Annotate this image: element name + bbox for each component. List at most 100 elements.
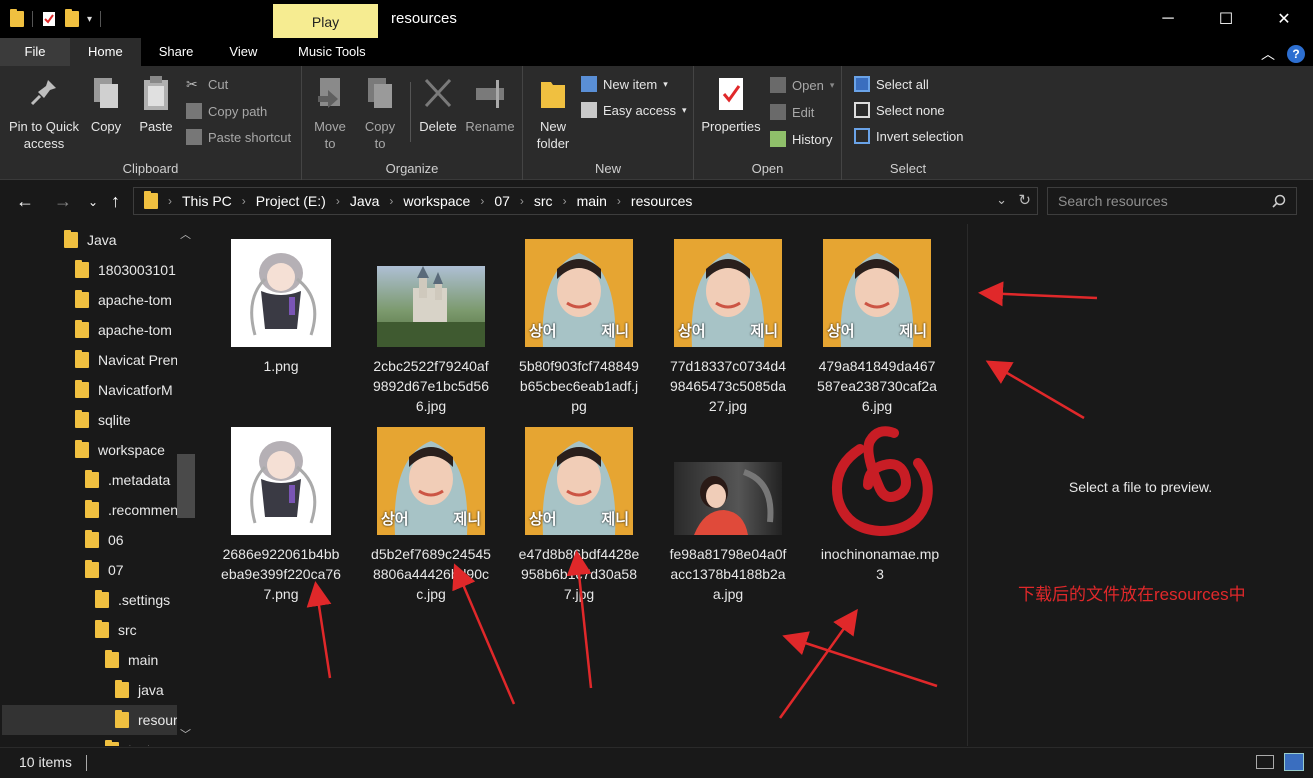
paste-button[interactable]: Paste	[136, 72, 176, 135]
customize-dropdown-icon[interactable]: ▾	[87, 14, 92, 25]
thumbnail-portrait-image[interactable]: 상어 제니	[674, 239, 782, 347]
thumbnail-portrait-image[interactable]: 상어 제니	[823, 239, 931, 347]
invert-selection-button[interactable]: Invert selection	[854, 125, 963, 147]
address-history-chevron-icon[interactable]: ⌄	[996, 192, 1007, 208]
close-button[interactable]: ✕	[1255, 0, 1313, 38]
easy-access-button[interactable]: Easy access ▾	[581, 99, 687, 121]
thumbnail-anime-image[interactable]	[231, 239, 331, 347]
pin-quick-access-button[interactable]: Pin to Quick access	[6, 72, 82, 152]
search-icon[interactable]	[1272, 194, 1286, 208]
copy-button[interactable]: Copy	[86, 72, 126, 135]
breadcrumb-this-pc[interactable]: This PC	[182, 193, 232, 209]
details-view-icon[interactable]	[1256, 755, 1274, 769]
file-name-4[interactable]: 77d18337c0734d498465473c5085da27.jpg	[667, 356, 789, 416]
delete-button[interactable]: Delete	[416, 72, 460, 135]
chevron-right-icon[interactable]: ›	[389, 194, 393, 208]
help-icon[interactable]: ?	[1287, 45, 1305, 63]
search-input[interactable]: Search resources	[1058, 193, 1168, 209]
file-name-2[interactable]: 2cbc2522f79240af9892d67e1bc5d566.jpg	[370, 356, 492, 416]
breadcrumb-07[interactable]: 07	[494, 193, 510, 209]
file-name-5[interactable]: 479a841849da467587ea238730caf2a6.jpg	[816, 356, 938, 416]
thumbnail-portrait-image[interactable]: 상어 제니	[525, 427, 633, 535]
history-button[interactable]: History	[770, 128, 832, 150]
chevron-right-icon[interactable]: ›	[336, 194, 340, 208]
cut-button[interactable]: ✂ Cut	[186, 73, 228, 95]
thumbnail-car-image[interactable]	[674, 462, 782, 535]
collapse-ribbon-icon[interactable]: ︿	[1261, 44, 1275, 64]
select-none-button[interactable]: Select none	[854, 99, 945, 121]
navigation-scrollbar[interactable]: ︿ ﹀	[177, 224, 195, 746]
search-box[interactable]: Search resources	[1047, 187, 1297, 215]
breadcrumb-resources[interactable]: resources	[631, 193, 692, 209]
tab-music-tools[interactable]: Music Tools	[279, 38, 384, 66]
properties-button[interactable]: Properties	[698, 72, 764, 135]
move-to-button[interactable]: Move to	[310, 72, 350, 152]
chevron-right-icon[interactable]: ›	[563, 194, 567, 208]
folder-icon	[75, 290, 89, 308]
properties-icon[interactable]	[41, 11, 57, 27]
forward-arrow-icon[interactable]: →	[54, 191, 72, 212]
open-label: Open	[792, 77, 824, 93]
recent-locations-chevron-icon[interactable]: ⌄	[88, 195, 98, 209]
copy-to-button[interactable]: Copy to	[360, 72, 400, 152]
select-all-button[interactable]: Select all	[854, 73, 929, 95]
caption-right: 제니	[601, 511, 629, 528]
maximize-button[interactable]: ☐	[1197, 0, 1255, 38]
new-folder-button[interactable]: New folder	[531, 72, 575, 152]
netease-music-icon[interactable]	[824, 423, 936, 537]
file-name-8[interactable]: e47d8b86bdf4428e958b6b1c7d30a587.jpg	[518, 544, 640, 604]
file-name-7[interactable]: d5b2ef7689c245458806a44426bd90cc.jpg	[370, 544, 492, 604]
breadcrumb-project-e[interactable]: Project (E:)	[256, 193, 326, 209]
up-arrow-icon[interactable]: ↑	[111, 191, 120, 212]
breadcrumb-java[interactable]: Java	[350, 193, 380, 209]
thumbnail-anime-image[interactable]	[231, 427, 331, 535]
breadcrumb-src[interactable]: src	[534, 193, 553, 209]
new-item-button[interactable]: New item ▾	[581, 73, 668, 95]
rename-button[interactable]: Rename	[464, 72, 516, 135]
folder-icon	[75, 320, 89, 338]
chevron-right-icon[interactable]: ›	[617, 194, 621, 208]
folder-icon	[95, 590, 109, 608]
thumbnail-castle-image[interactable]	[377, 266, 485, 347]
rename-icon	[476, 80, 504, 108]
nav-item-label: workspace	[98, 442, 165, 458]
chevron-right-icon[interactable]: ›	[242, 194, 246, 208]
nav-item-label: resour	[138, 712, 177, 728]
file-name-9[interactable]: fe98a81798e04a0facc1378b4188b2aa.jpg	[667, 544, 789, 604]
nav-item-resources[interactable]: resour	[2, 705, 177, 735]
tab-share[interactable]: Share	[141, 38, 212, 66]
edit-button[interactable]: Edit	[770, 101, 814, 123]
folder-icon	[75, 350, 89, 368]
address-bar[interactable]: › This PC › Project (E:) › Java › worksp…	[133, 187, 1038, 215]
chevron-right-icon[interactable]: ›	[520, 194, 524, 208]
chevron-right-icon[interactable]: ›	[480, 194, 484, 208]
breadcrumb-main[interactable]: main	[577, 193, 607, 209]
tab-play[interactable]: Play	[273, 4, 378, 38]
file-name-6[interactable]: 2686e922061b4bbeba9e399f220ca767.png	[220, 544, 342, 604]
paste-shortcut-button[interactable]: Paste shortcut	[186, 126, 291, 148]
file-name-10[interactable]: inochinonamae.mp3	[819, 544, 941, 584]
refresh-icon[interactable]: ↻	[1018, 191, 1031, 209]
ribbon-tabs: File Home Share View Music Tools	[0, 38, 1313, 66]
copy-path-button[interactable]: Copy path	[186, 100, 267, 122]
tab-view[interactable]: View	[211, 38, 275, 66]
large-icons-view-icon[interactable]	[1284, 753, 1304, 771]
back-arrow-icon[interactable]: ←	[16, 191, 34, 212]
thumbnail-portrait-image[interactable]: 상어 제니	[525, 239, 633, 347]
tab-home[interactable]: Home	[70, 38, 141, 66]
scroll-down-icon[interactable]: ﹀	[180, 726, 191, 742]
nav-item-label: apache-tom	[98, 322, 172, 338]
chevron-right-icon[interactable]: ›	[168, 194, 172, 208]
scroll-up-icon[interactable]: ︿	[180, 226, 191, 242]
file-name-1[interactable]: 1.png	[220, 356, 342, 376]
new-folder-icon[interactable]	[65, 9, 79, 27]
breadcrumb-workspace[interactable]: workspace	[403, 193, 470, 209]
scrollbar-thumb[interactable]	[177, 454, 195, 518]
minimize-button[interactable]: ─	[1139, 0, 1197, 38]
delete-label: Delete	[419, 119, 457, 134]
nav-item-label: Java	[87, 232, 117, 248]
thumbnail-portrait-image[interactable]: 상어 제니	[377, 427, 485, 535]
tab-file[interactable]: File	[0, 38, 70, 66]
file-name-3[interactable]: 5b80f903fcf748849b65cbec6eab1adf.jpg	[518, 356, 640, 416]
open-button[interactable]: Open ▾	[770, 74, 834, 96]
